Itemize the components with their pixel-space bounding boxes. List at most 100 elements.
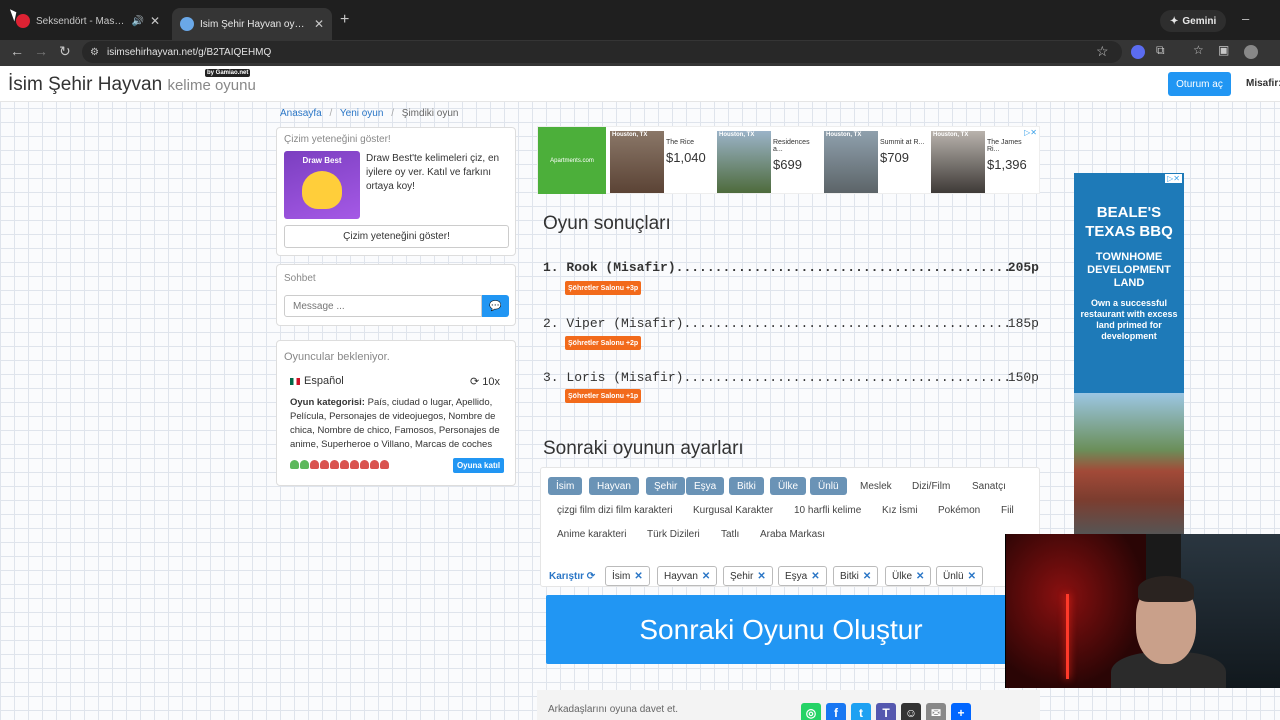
category-toggle-bitki[interactable]: Bitki — [729, 477, 764, 495]
snapchat-share-icon[interactable]: ☺ — [901, 703, 921, 720]
round-count: ⟳ 10x — [470, 375, 500, 388]
bbq-side-ad[interactable]: ▷✕ BEALE'S TEXAS BBQ TOWNHOME DEVELOPMEN… — [1074, 173, 1184, 535]
apartments-ad-banner[interactable]: Apartments.com Houston, TX The Rice $1,04… — [537, 126, 1040, 194]
ad-close-icon[interactable]: ▷✕ — [1165, 174, 1182, 183]
category-toggle-kiz-ismi[interactable]: Kız İsmi — [874, 501, 926, 519]
category-toggle-pokemon[interactable]: Pokémon — [930, 501, 988, 519]
breadcrumb-home[interactable]: Anasayfa — [280, 108, 322, 119]
close-tab-icon[interactable]: ✕ — [150, 14, 160, 28]
listing-price: $699 — [773, 157, 802, 172]
tab-music[interactable]: Seksendört - Masum Değil 🔊 ✕ — [8, 8, 168, 34]
listing-city: Houston, TX — [826, 132, 862, 138]
remove-tag-icon[interactable]: ✕ — [757, 571, 765, 582]
create-next-game-button[interactable]: Sonraki Oyunu Oluştur — [546, 595, 1016, 664]
bookmarks-icon[interactable]: ☆ — [1193, 43, 1207, 57]
category-toggle-ulke[interactable]: Ülke — [770, 477, 807, 495]
hall-of-fame-badge[interactable]: Şöhretler Salonu +3p — [565, 281, 642, 295]
category-toggle-esya[interactable]: Eşya — [686, 477, 725, 495]
remove-tag-icon[interactable]: ✕ — [916, 571, 924, 582]
breadcrumb-separator: / — [329, 108, 333, 119]
hall-of-fame-badge[interactable]: Şöhretler Salonu +2p — [565, 336, 642, 350]
email-share-icon[interactable]: ✉ — [926, 703, 946, 720]
remove-tag-icon[interactable]: ✕ — [863, 571, 871, 582]
tab-search-icon[interactable]: ▣ — [1218, 43, 1232, 57]
speaker-icon[interactable]: 🔊 — [131, 16, 143, 27]
reload-button[interactable]: ↻ — [59, 43, 71, 60]
send-message-button[interactable]: 💬 — [482, 295, 509, 317]
draw-best-image[interactable]: Draw Best — [284, 151, 360, 219]
gemini-button[interactable]: ✦ Gemini — [1160, 10, 1227, 32]
puzzle-icon[interactable]: ⧉ — [1156, 43, 1170, 57]
chat-card: Sohbet 💬 — [276, 264, 516, 326]
guest-menu[interactable]: Misafir: — [1246, 78, 1280, 89]
remove-tag-icon[interactable]: ✕ — [634, 571, 642, 582]
tag-label: Eşya — [785, 570, 808, 582]
bookmark-star-icon[interactable]: ☆ — [1096, 43, 1109, 60]
facebook-share-icon[interactable]: f — [826, 703, 846, 720]
whatsapp-share-icon[interactable]: ◎ — [801, 703, 821, 720]
category-toggle-kurgusal[interactable]: Kurgusal Karakter — [685, 501, 781, 519]
category-toggle-fiil[interactable]: Fiil — [993, 501, 1022, 519]
category-toggle-araba[interactable]: Araba Markası — [752, 525, 833, 543]
ad-listing[interactable]: Houston, TX Residences a... $699 — [717, 131, 821, 193]
category-toggle-10-harfli[interactable]: 10 harfli kelime — [786, 501, 869, 519]
gamiao-badge[interactable]: by Gamiao.net — [205, 69, 251, 77]
hall-of-fame-badge[interactable]: Şöhretler Salonu +1p — [565, 389, 642, 403]
teams-share-icon[interactable]: T — [876, 703, 896, 720]
category-toggle-meslek[interactable]: Meslek — [852, 477, 900, 495]
profile-avatar[interactable] — [1244, 45, 1258, 59]
twitter-share-icon[interactable]: t — [851, 703, 871, 720]
back-button[interactable]: ← — [10, 43, 24, 59]
refresh-icon: ⟳ — [470, 376, 480, 388]
remove-tag-icon[interactable]: ✕ — [811, 571, 819, 582]
category-toggle-tatli[interactable]: Tatlı — [713, 525, 747, 543]
shuffle-button[interactable]: Karıştır ⟳ — [549, 571, 595, 582]
site-logo[interactable]: İsim Şehir Hayvan kelime oyunu — [8, 74, 256, 96]
player-joined-icon — [290, 460, 299, 469]
join-game-button[interactable]: Oyuna katıl — [453, 458, 504, 473]
more-share-icon[interactable]: + — [951, 703, 971, 720]
language-label: Español — [304, 375, 344, 387]
minimize-button[interactable]: – — [1242, 11, 1249, 26]
player-empty-icon — [380, 460, 389, 469]
remove-tag-icon[interactable]: ✕ — [968, 571, 976, 582]
ad-listing[interactable]: Houston, TX The Rice $1,040 — [610, 131, 714, 193]
promo-text: Draw Best'te kelimeleri çiz, en iyilere … — [366, 153, 500, 192]
category-toggle-isim[interactable]: İsim — [548, 477, 583, 495]
login-button[interactable]: Oturum aç — [1168, 72, 1231, 96]
player-empty-icon — [350, 460, 359, 469]
player-empty-icon — [310, 460, 319, 469]
result-rank: 2. — [543, 316, 559, 331]
close-tab-icon[interactable]: ✕ — [314, 17, 324, 31]
ad-close-icon[interactable]: ▷✕ — [1024, 128, 1037, 137]
selected-category-tag: Ülke ✕ — [885, 566, 932, 586]
ad-text: Own a successful restaurant with excess … — [1080, 298, 1178, 341]
show-drawing-button[interactable]: Çizim yeteneğini göster! — [284, 225, 509, 248]
extension-icon[interactable] — [1131, 45, 1145, 59]
tag-label: Şehir — [730, 570, 754, 582]
promo-card: Çizim yeteneğini göster! Draw Best Draw … — [276, 127, 516, 256]
ad-listing[interactable]: Houston, TX Summit at R... $709 — [824, 131, 928, 193]
category-toggle-dizi-film[interactable]: Dizi/Film — [904, 477, 958, 495]
forward-button[interactable]: → — [34, 43, 48, 59]
result-rank-name: 1. Rook (Misafir) — [543, 260, 676, 275]
breadcrumb-new-game[interactable]: Yeni oyun — [340, 108, 384, 119]
category-toggle-unlu[interactable]: Ünlü — [810, 477, 847, 495]
result-row: 2. Viper (Misafir) 185p — [543, 316, 1039, 331]
category-toggle-turk-dizileri[interactable]: Türk Dizileri — [639, 525, 708, 543]
remove-tag-icon[interactable]: ✕ — [702, 571, 710, 582]
site-info-icon[interactable]: ⚙ — [90, 47, 99, 58]
chat-input[interactable] — [284, 295, 482, 317]
new-tab-button[interactable]: + — [340, 11, 349, 29]
player-empty-icon — [330, 460, 339, 469]
category-toggle-sehir[interactable]: Şehir — [646, 477, 686, 495]
category-toggle-cizgi-film[interactable]: çizgi film dizi film karakteri — [549, 501, 681, 519]
player-joined-icon — [300, 460, 309, 469]
url-field[interactable]: ⚙ isimsehirhayvan.net/g/B2TAIQEHMQ — [82, 41, 1122, 63]
ad-listing[interactable]: Houston, TX The James Ri... $1,396 — [931, 131, 1035, 193]
category-toggle-sanatci[interactable]: Sanatçı — [964, 477, 1014, 495]
player-empty-icon — [360, 460, 369, 469]
tab-game[interactable]: İsim Şehir Hayvan oyununa katıl ✕ — [172, 8, 332, 40]
category-toggle-hayvan[interactable]: Hayvan — [589, 477, 639, 495]
category-toggle-anime[interactable]: Anime karakteri — [549, 525, 634, 543]
